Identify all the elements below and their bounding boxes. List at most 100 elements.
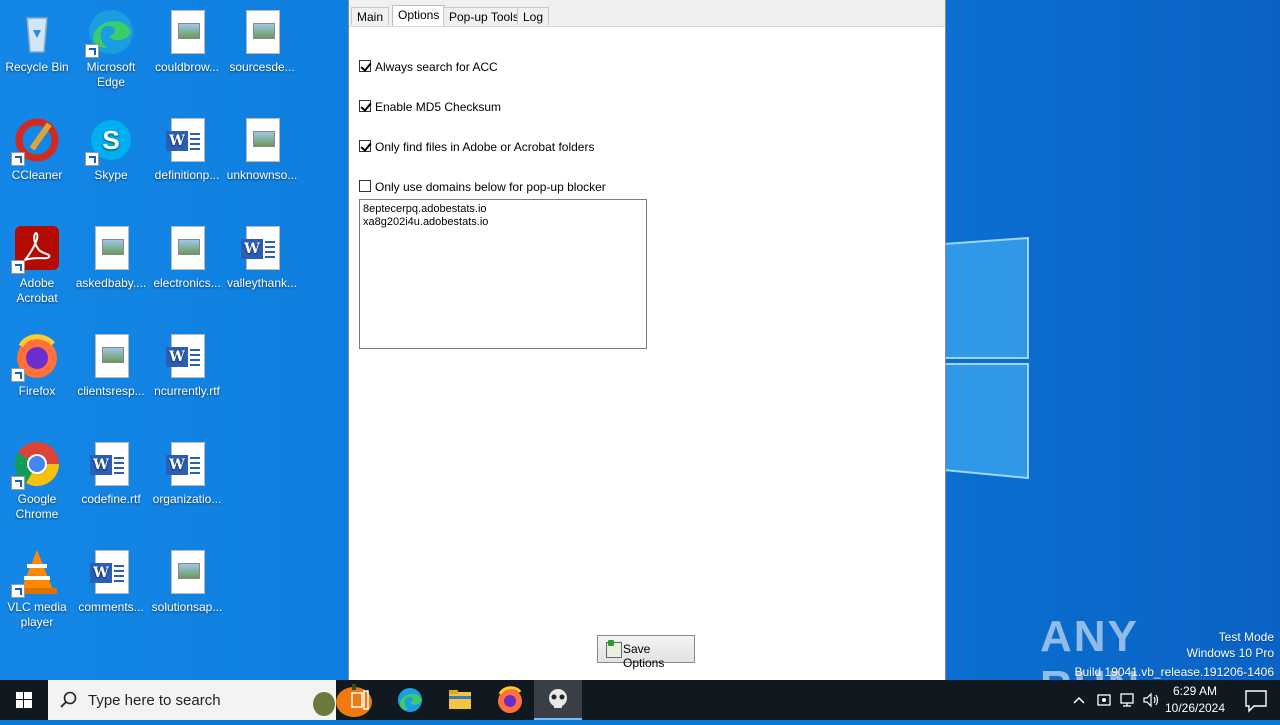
network-icon[interactable] bbox=[1118, 692, 1136, 708]
desktop: Recycle Bin CCleaner Adobe Acrobat Firef… bbox=[0, 0, 1280, 680]
notifications-button[interactable] bbox=[1232, 680, 1280, 720]
checkbox[interactable] bbox=[359, 60, 371, 72]
clock-date: 10/26/2024 bbox=[1164, 701, 1226, 715]
desktop-icon-label: solutionsap... bbox=[151, 600, 223, 614]
shortcut-arrow-icon bbox=[85, 44, 99, 58]
desktop-icon-word-file[interactable]: W ncurrently.rtf bbox=[150, 332, 224, 399]
firefox-icon bbox=[498, 686, 522, 713]
tab-options[interactable]: Options bbox=[392, 5, 446, 26]
desktop-icon-google-chrome[interactable]: Google Chrome bbox=[0, 440, 74, 522]
checkbox[interactable] bbox=[359, 180, 371, 192]
word-document-icon: W bbox=[166, 334, 205, 378]
desktop-icon-label: askedbaby.... bbox=[75, 276, 147, 290]
desktop-icon-image-file[interactable]: solutionsap... bbox=[150, 548, 224, 615]
app-window: Main Options Pop-up Tools Log Always sea… bbox=[348, 0, 946, 680]
task-view-icon bbox=[351, 690, 369, 710]
taskbar-firefox-button[interactable] bbox=[486, 680, 534, 720]
image-file-icon bbox=[246, 118, 280, 162]
task-view-button[interactable] bbox=[336, 680, 384, 720]
taskbar: Type here to search 6:29 AM 10/26/2024 bbox=[0, 680, 1280, 720]
word-document-icon: W bbox=[90, 442, 129, 486]
shortcut-arrow-icon bbox=[11, 476, 25, 490]
desktop-icon-label: valleythank... bbox=[226, 276, 298, 290]
desktop-icon-word-file[interactable]: W valleythank... bbox=[225, 224, 299, 291]
recycle-bin-icon bbox=[26, 17, 48, 53]
desktop-icon-word-file[interactable]: W comments... bbox=[74, 548, 148, 615]
taskbar-edge-button[interactable] bbox=[386, 680, 434, 720]
word-document-icon: W bbox=[166, 442, 205, 486]
desktop-icon-label: sourcesde... bbox=[229, 60, 295, 74]
desktop-icon-ccleaner[interactable]: CCleaner bbox=[0, 116, 74, 183]
windows-logo-wallpaper bbox=[944, 236, 1029, 480]
desktop-icon-label: VLC media player bbox=[7, 600, 67, 629]
watermark-build: Build 19041.vb_release.191206-1406 bbox=[1074, 665, 1275, 679]
volume-icon[interactable] bbox=[1142, 692, 1160, 708]
desktop-icon-label: Microsoft Edge bbox=[86, 60, 136, 89]
word-document-icon: W bbox=[90, 550, 129, 594]
start-button[interactable] bbox=[0, 680, 48, 720]
folder-icon bbox=[449, 690, 471, 709]
search-icon bbox=[60, 691, 77, 708]
desktop-icon-vlc[interactable]: VLC media player bbox=[0, 548, 74, 630]
shortcut-arrow-icon bbox=[11, 584, 25, 598]
desktop-icon-image-file[interactable]: sourcesde... bbox=[225, 8, 299, 75]
desktop-icon-label: clientsresp... bbox=[77, 384, 145, 398]
desktop-icon-label: Adobe Acrobat bbox=[16, 276, 58, 305]
desktop-icon-label: electronics... bbox=[153, 276, 221, 290]
image-file-icon bbox=[171, 226, 205, 270]
option-label: Enable MD5 Checksum bbox=[375, 100, 502, 114]
tab-main[interactable]: Main bbox=[351, 7, 390, 25]
desktop-icon-word-file[interactable]: W definitionp... bbox=[150, 116, 224, 183]
option-label: Only find files in Adobe or Acrobat fold… bbox=[375, 140, 595, 154]
desktop-icon-microsoft-edge[interactable]: Microsoft Edge bbox=[74, 8, 148, 90]
tab-popup-tools[interactable]: Pop-up Tools bbox=[443, 7, 525, 25]
desktop-icon-word-file[interactable]: W codefine.rtf bbox=[74, 440, 148, 507]
desktop-icon-image-file[interactable]: electronics... bbox=[150, 224, 224, 291]
desktop-icon-label: unknownso... bbox=[226, 168, 298, 182]
taskbar-search-box[interactable]: Type here to search bbox=[48, 680, 372, 720]
desktop-icon-label: Skype bbox=[94, 168, 128, 182]
domains-textarea[interactable]: 8eptecerpq.adobestats.io xa8g202i4u.adob… bbox=[359, 199, 647, 349]
desktop-icon-label: couldbrow... bbox=[154, 60, 220, 74]
tab-log[interactable]: Log bbox=[517, 7, 550, 25]
desktop-icon-label: Recycle Bin bbox=[5, 60, 69, 74]
chevron-up-icon[interactable] bbox=[1072, 694, 1086, 706]
clock-time: 6:29 AM bbox=[1172, 684, 1218, 698]
taskbar-clock[interactable]: 6:29 AM 10/26/2024 bbox=[1160, 683, 1230, 717]
desktop-icon-image-file[interactable]: clientsresp... bbox=[74, 332, 148, 399]
image-file-icon bbox=[171, 550, 205, 594]
desktop-icon-image-file[interactable]: askedbaby.... bbox=[74, 224, 148, 291]
option-label: Always search for ACC bbox=[375, 60, 498, 74]
word-document-icon: W bbox=[241, 226, 280, 270]
watermark-test-mode: Test Mode bbox=[1218, 630, 1274, 644]
desktop-icon-word-file[interactable]: W organizatio... bbox=[150, 440, 224, 507]
desktop-icon-recycle-bin[interactable]: Recycle Bin bbox=[0, 8, 74, 75]
desktop-icon-label: comments... bbox=[78, 600, 144, 614]
desktop-icon-label: CCleaner bbox=[11, 168, 63, 182]
desktop-icon-label: codefine.rtf bbox=[81, 492, 141, 506]
tab-bar: Main Options Pop-up Tools Log bbox=[349, 0, 945, 27]
image-file-icon bbox=[95, 334, 129, 378]
desktop-icon-image-file[interactable]: unknownso... bbox=[225, 116, 299, 183]
desktop-icon-adobe-acrobat[interactable]: Adobe Acrobat bbox=[0, 224, 74, 306]
notification-icon bbox=[1245, 690, 1267, 713]
checkbox[interactable] bbox=[359, 100, 371, 112]
desktop-icon-skype[interactable]: S Skype bbox=[74, 116, 148, 183]
desktop-icon-label: Firefox bbox=[18, 384, 56, 398]
desktop-icon-image-file[interactable]: couldbrow... bbox=[150, 8, 224, 75]
shortcut-arrow-icon bbox=[11, 260, 25, 274]
shortcut-arrow-icon bbox=[85, 152, 99, 166]
taskbar-file-explorer-button[interactable] bbox=[436, 680, 484, 720]
meet-now-icon[interactable] bbox=[1096, 692, 1112, 708]
desktop-icon-firefox[interactable]: Firefox bbox=[0, 332, 74, 399]
search-placeholder: Type here to search bbox=[88, 692, 221, 709]
shortcut-arrow-icon bbox=[11, 368, 25, 382]
anyrun-watermark-logo: ANY RUN bbox=[1040, 612, 1139, 680]
svg-text:S: S bbox=[102, 125, 119, 155]
option-label: Only use domains below for pop-up blocke… bbox=[375, 180, 606, 194]
desktop-icon-label: Google Chrome bbox=[15, 492, 59, 521]
checkbox[interactable] bbox=[359, 140, 371, 152]
taskbar-active-app-button[interactable] bbox=[534, 680, 582, 720]
save-options-button[interactable]: Save Options bbox=[597, 635, 695, 670]
image-file-icon bbox=[95, 226, 129, 270]
